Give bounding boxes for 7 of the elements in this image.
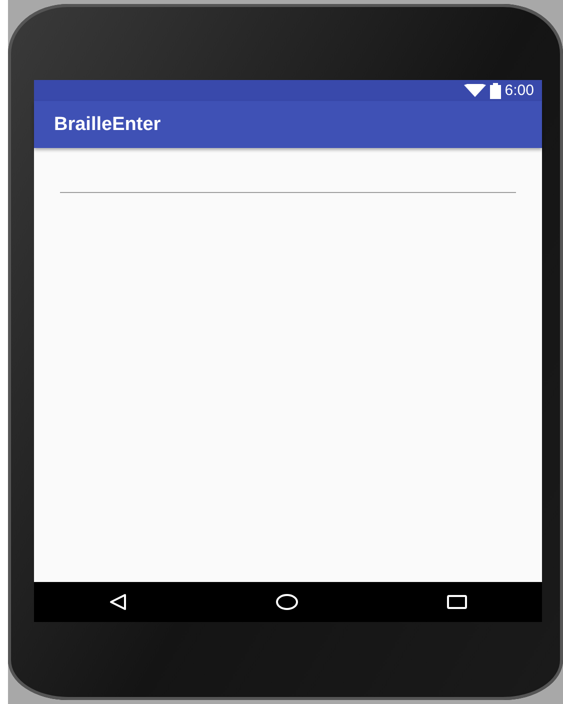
wifi-icon: [464, 84, 486, 97]
battery-icon: [490, 82, 501, 98]
home-button[interactable]: [274, 593, 299, 611]
back-button[interactable]: [108, 593, 128, 611]
status-time: 6:00: [504, 82, 534, 99]
app-title: BrailleEnter: [54, 114, 161, 136]
recents-button[interactable]: [446, 594, 468, 610]
